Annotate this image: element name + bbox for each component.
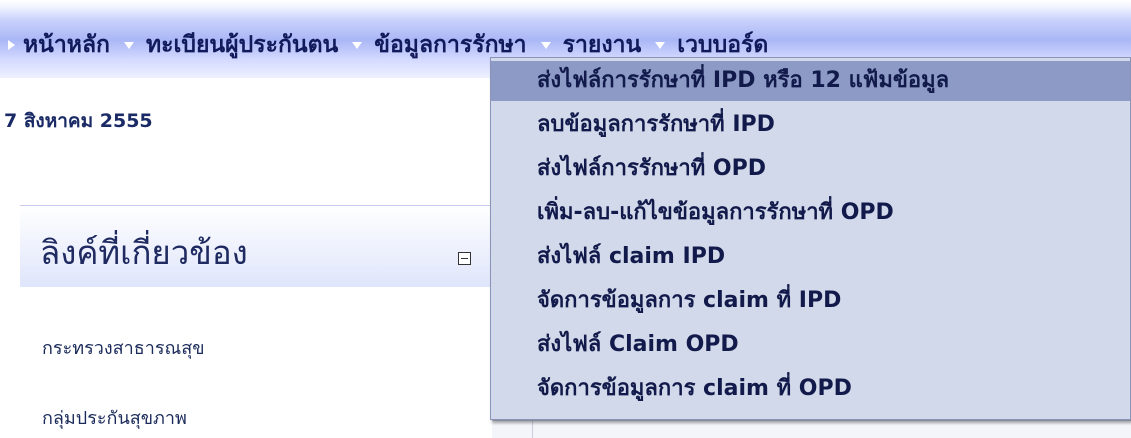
nav-item-home[interactable]: หน้าหลัก xyxy=(0,27,110,63)
link-health-insurance-group[interactable]: กลุ่มประกันสุขภาพ xyxy=(42,403,187,432)
chevron-down-icon xyxy=(655,41,666,49)
current-date: 7 สิงหาคม 2555 xyxy=(4,110,153,132)
menu-item-send-claim-ipd[interactable]: ส่งไฟล์ claim IPD xyxy=(491,237,1130,277)
menu-item-manage-claim-ipd[interactable]: จัดการข้อมูลการ claim ที่ IPD xyxy=(491,281,1130,321)
link-ministry-of-public-health[interactable]: กระทรวงสาธารณสุข xyxy=(42,333,205,362)
links-panel-header: ลิงค์ที่เกี่ยวข้อง xyxy=(20,205,492,287)
content-pane-edge xyxy=(492,420,1131,438)
chevron-down-icon xyxy=(540,41,551,49)
links-panel-title: ลิงค์ที่เกี่ยวข้อง xyxy=(40,233,248,272)
menu-item-manage-claim-opd[interactable]: จัดการข้อมูลการ claim ที่ OPD xyxy=(491,369,1130,409)
arrow-right-icon xyxy=(8,40,15,50)
menu-item-edit-opd-data[interactable]: เพิ่ม-ลบ-แก้ไขข้อมูลการรักษาที่ OPD xyxy=(491,193,1130,233)
menu-item-send-ipd-file[interactable]: ส่งไฟล์การรักษาที่ IPD หรือ 12 แฟ้มข้อมู… xyxy=(491,61,1130,101)
chevron-down-icon xyxy=(123,41,134,49)
nav-item-label: หน้าหลัก xyxy=(23,32,110,58)
links-panel-body: กระทรวงสาธารณสุข กลุ่มประกันสุขภาพ xyxy=(20,287,492,437)
chevron-down-icon xyxy=(352,41,363,49)
menu-item-delete-ipd-data[interactable]: ลบข้อมูลการรักษาที่ IPD xyxy=(491,105,1130,145)
nav-item-insured-registry[interactable]: ทะเบียนผู้ประกันตน xyxy=(110,27,338,63)
collapse-icon[interactable] xyxy=(458,252,471,265)
menu-item-send-claim-opd[interactable]: ส่งไฟล์ Claim OPD xyxy=(491,325,1130,365)
menu-item-send-opd-file[interactable]: ส่งไฟล์การรักษาที่ OPD xyxy=(491,149,1130,189)
treatment-data-dropdown: ส่งไฟล์การรักษาที่ IPD หรือ 12 แฟ้มข้อมู… xyxy=(490,57,1131,420)
nav-item-label: ทะเบียนผู้ประกันตน xyxy=(145,32,339,58)
